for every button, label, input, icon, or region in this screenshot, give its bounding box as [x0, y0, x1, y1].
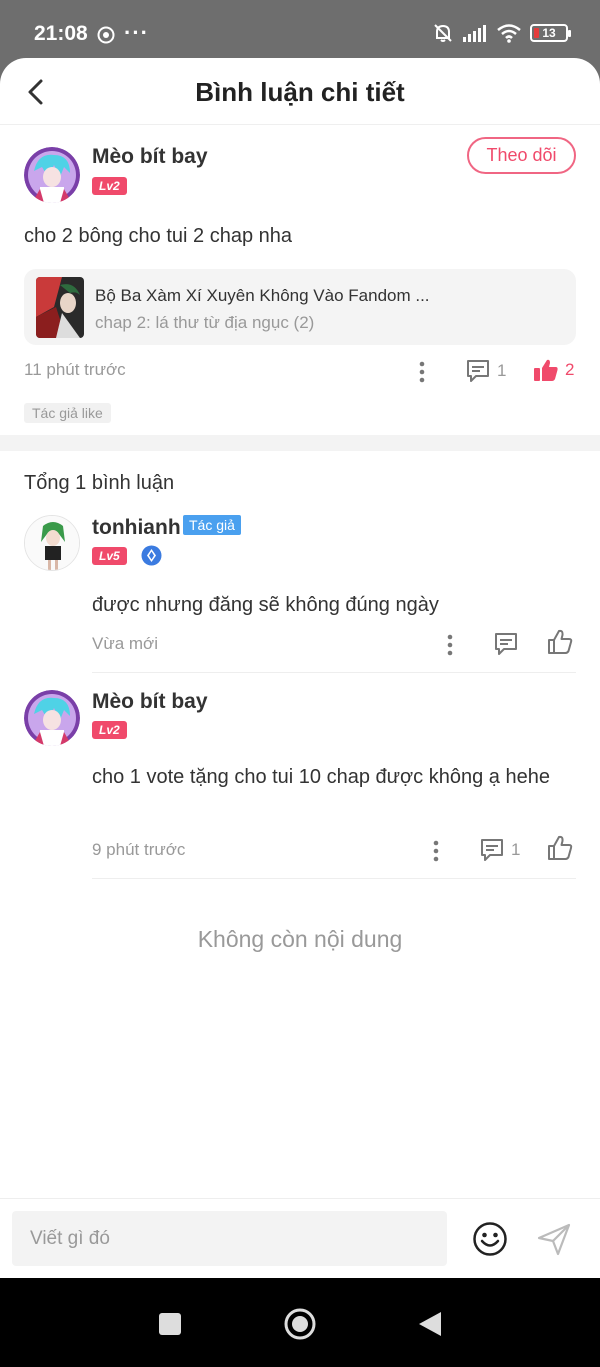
thumbs-up-icon — [534, 359, 558, 381]
comment-icon — [467, 360, 489, 382]
avatar-image — [24, 690, 80, 746]
avatar-image — [24, 147, 80, 203]
home-button[interactable] — [282, 1306, 318, 1342]
level-badge: Lv2 — [92, 721, 127, 739]
comment-icon — [495, 633, 517, 655]
square-icon — [159, 1313, 181, 1335]
replies-total: Tổng 1 bình luận — [24, 472, 175, 494]
battery-icon: 13 — [530, 24, 571, 42]
book-title: Bộ Ba Xàm Xí Xuyên Không Vào Fandom ... — [95, 286, 430, 305]
system-nav-bar — [0, 1278, 600, 1367]
comment-detail-sheet: Bình luận chi tiết Mèo bít bay Lv2 Theo … — [0, 58, 600, 1278]
status-icons: 13 — [432, 22, 571, 44]
reply-button[interactable]: 1 — [465, 358, 506, 384]
reply-item: Mèo bít bay Lv2 cho 1 vote tặng cho tui … — [0, 674, 600, 884]
more-icon — [447, 634, 453, 656]
bell-off-icon — [434, 24, 452, 42]
reply-time: 9 phút trước — [92, 840, 186, 859]
comment-icon — [481, 839, 503, 861]
level-badge: Lv5 — [92, 547, 127, 565]
thumbs-up-icon — [548, 629, 573, 654]
reply-text: cho 1 vote tặng cho tui 10 chap được khô… — [92, 766, 550, 788]
chrome-icon — [97, 26, 115, 44]
signal-icon — [463, 25, 486, 42]
avatar[interactable] — [24, 147, 80, 203]
reply-count: 1 — [511, 840, 521, 859]
like-button[interactable]: 2 — [533, 358, 574, 382]
circle-icon — [284, 1308, 316, 1340]
reply-time: Vừa mới — [92, 634, 158, 653]
avatar[interactable] — [24, 515, 80, 571]
book-card[interactable]: Bộ Ba Xàm Xí Xuyên Không Vào Fandom ... … — [24, 269, 576, 345]
reply-button[interactable]: 1 — [479, 837, 520, 863]
emoji-button[interactable] — [472, 1221, 508, 1257]
section-divider — [0, 435, 600, 451]
follow-button[interactable]: Theo dõi — [467, 137, 576, 174]
main-comment: Mèo bít bay Lv2 Theo dõi cho 2 bông cho … — [0, 125, 600, 435]
send-icon — [537, 1223, 571, 1256]
status-more-dots: ··· — [124, 20, 149, 45]
like-button[interactable] — [547, 629, 573, 655]
avatar[interactable] — [24, 690, 80, 746]
more-options-button[interactable] — [424, 836, 448, 866]
reply-button[interactable] — [493, 631, 519, 657]
reply-text: được nhưng đăng sẽ không đúng ngày — [92, 594, 439, 616]
author-liked-badge: Tác giả like — [24, 403, 111, 423]
reply-separator — [92, 672, 576, 673]
top-bar: Bình luận chi tiết — [0, 58, 600, 125]
comment-input[interactable] — [12, 1211, 447, 1266]
like-button[interactable] — [547, 835, 573, 861]
more-options-button[interactable] — [410, 357, 434, 387]
end-of-content: Không còn nội dung — [197, 926, 403, 952]
comment-author-name[interactable]: Mèo bít bay — [92, 145, 208, 169]
reply-author-name[interactable]: tonhianh — [92, 516, 181, 540]
reply-author-name[interactable]: Mèo bít bay — [92, 690, 208, 714]
back-nav-button[interactable] — [412, 1306, 448, 1342]
comment-input-bar — [0, 1198, 600, 1278]
reply-count: 1 — [497, 361, 507, 380]
more-icon — [419, 361, 425, 383]
like-count: 2 — [565, 360, 575, 379]
send-button[interactable] — [536, 1221, 572, 1257]
author-tag: Tác giả — [183, 515, 241, 535]
status-time: 21:08 — [34, 22, 88, 45]
triangle-back-icon — [419, 1312, 441, 1336]
thumbs-up-icon — [548, 835, 573, 860]
reply-separator — [92, 878, 576, 879]
more-options-button[interactable] — [438, 630, 462, 660]
reply-item: tonhianh Tác giả Lv5 được nhưng đăng sẽ … — [0, 506, 600, 674]
diamond-badge-icon — [141, 545, 162, 566]
emoji-icon — [473, 1222, 507, 1256]
book-chapter: chap 2: lá thư từ địa ngục (2) — [95, 313, 315, 332]
comment-text: cho 2 bông cho tui 2 chap nha — [24, 225, 292, 247]
wifi-icon — [497, 24, 521, 43]
book-cover — [36, 277, 84, 338]
recents-button[interactable] — [152, 1306, 188, 1342]
comment-time: 11 phút trước — [24, 360, 126, 379]
level-badge: Lv2 — [92, 177, 127, 195]
avatar-image — [25, 516, 79, 570]
more-icon — [433, 840, 439, 862]
page-title: Bình luận chi tiết — [195, 77, 405, 107]
